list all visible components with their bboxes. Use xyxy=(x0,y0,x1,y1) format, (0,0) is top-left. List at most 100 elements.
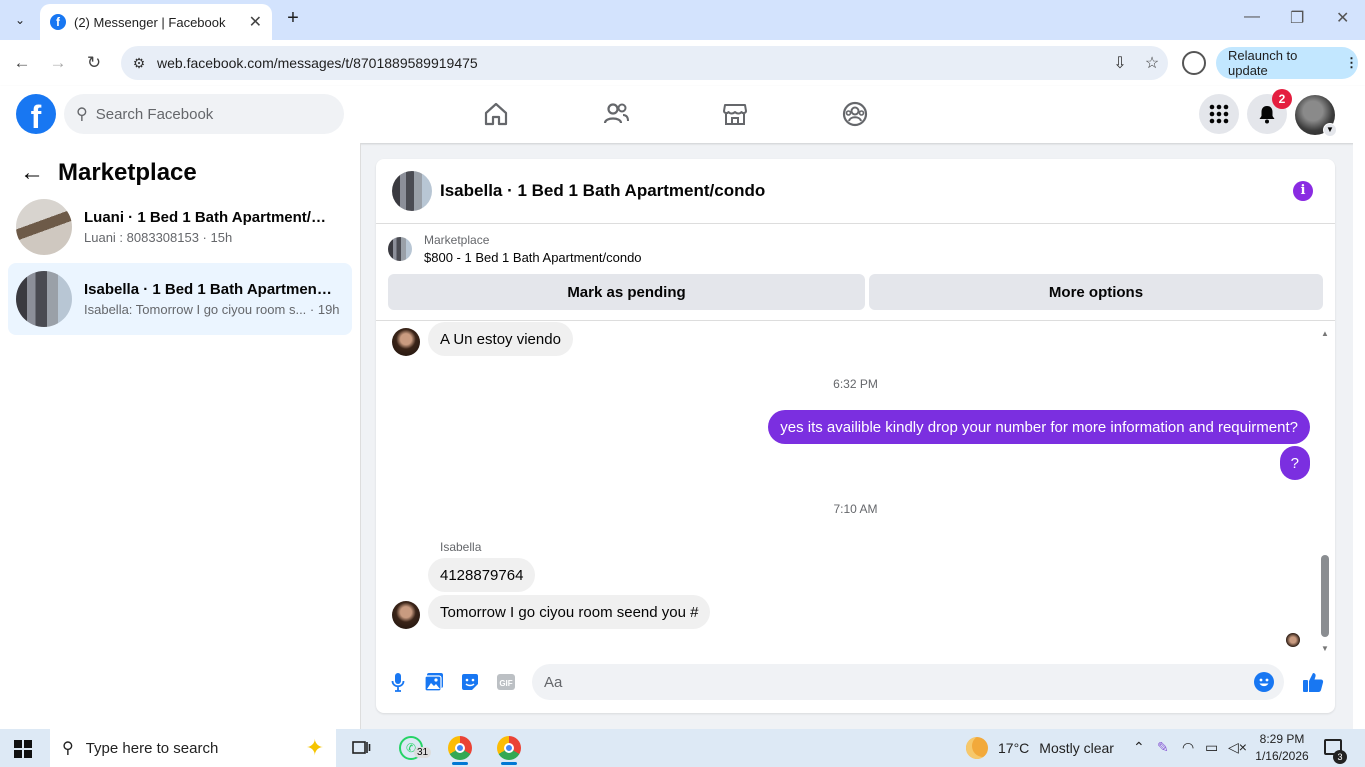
taskbar-clock[interactable]: 8:29 PM 1/16/2026 xyxy=(1255,731,1309,765)
install-app-icon[interactable]: ⇩ xyxy=(1104,53,1136,73)
message-bubble-outgoing[interactable]: yes its availible kindly drop your numbe… xyxy=(768,410,1310,444)
chrome-icon[interactable] xyxy=(446,735,474,765)
listing-thumbnail xyxy=(16,271,72,327)
photo-icon[interactable] xyxy=(423,671,445,693)
back-arrow-icon[interactable]: ← xyxy=(10,51,34,75)
taskbar-search-input[interactable]: ⚲ Type here to search ✦ xyxy=(50,729,336,767)
marketplace-icon[interactable] xyxy=(721,100,749,128)
sender-name: Isabella xyxy=(440,540,482,554)
more-options-button[interactable]: More options xyxy=(869,274,1323,310)
new-tab-button[interactable]: + xyxy=(282,8,304,30)
tab-close-icon[interactable]: ✕ xyxy=(249,12,262,32)
back-arrow-icon[interactable]: ← xyxy=(20,159,44,187)
copilot-sparkle-icon[interactable]: ✦ xyxy=(306,735,324,761)
message-placeholder: Aa xyxy=(544,673,563,691)
home-icon[interactable] xyxy=(482,100,510,128)
browser-tab-bar: ⌄ f (2) Messenger | Facebook ✕ + — ❐ ✕ xyxy=(0,0,1365,40)
conversation-preview: Isabella: Tomorrow I go ciyou room s... … xyxy=(84,302,340,317)
restore-button[interactable]: ❐ xyxy=(1290,8,1304,28)
message-composer: GIF Aa xyxy=(376,659,1335,705)
battery-icon[interactable]: ▭ xyxy=(1205,739,1218,756)
account-avatar[interactable]: ▼ xyxy=(1295,95,1337,137)
browser-menu-icon[interactable]: ⋮ xyxy=(1345,55,1358,71)
read-receipt-avatar xyxy=(1286,633,1300,647)
message-bubble-incoming[interactable]: A Un estoy viendo xyxy=(428,322,573,356)
notification-count-badge: 2 xyxy=(1272,89,1292,109)
message-input[interactable]: Aa xyxy=(532,664,1284,700)
address-bar[interactable]: ⚙ web.facebook.com/messages/t/8701889589… xyxy=(121,46,1168,80)
message-bubble-outgoing[interactable]: ? xyxy=(1279,446,1310,480)
sender-avatar[interactable] xyxy=(392,601,420,629)
message-bubble-incoming[interactable]: 4128879764 xyxy=(428,558,536,592)
tab-title: (2) Messenger | Facebook xyxy=(74,14,226,30)
mark-as-pending-button[interactable]: Mark as pending xyxy=(388,274,865,310)
browser-profile-icon[interactable] xyxy=(1182,51,1206,75)
search-placeholder: Search Facebook xyxy=(95,105,214,123)
chevron-down-icon: ▼ xyxy=(1323,123,1337,137)
gif-label: GIF xyxy=(499,679,512,688)
taskbar-search-placeholder: Type here to search xyxy=(85,739,219,757)
sticker-icon[interactable] xyxy=(459,671,481,693)
page-scrollbar[interactable] xyxy=(1353,86,1365,729)
sender-avatar[interactable] xyxy=(392,328,420,356)
gif-icon[interactable]: GIF xyxy=(495,671,517,693)
url-text[interactable]: web.facebook.com/messages/t/870188958991… xyxy=(157,55,1104,71)
listing-price: $800 - 1 Bed 1 Bath Apartment/condo xyxy=(424,250,642,265)
wifi-icon[interactable]: ◠ xyxy=(1182,739,1194,756)
microphone-icon[interactable] xyxy=(387,671,409,693)
message-bubble-incoming[interactable]: Tomorrow I go ciyou room seend you # xyxy=(428,595,711,629)
timestamp: 7:10 AM xyxy=(833,502,878,516)
pen-icon[interactable]: ✎ xyxy=(1157,739,1169,756)
browser-tab[interactable]: f (2) Messenger | Facebook ✕ xyxy=(40,4,272,40)
weather-text: Mostly clear xyxy=(1039,740,1114,756)
message-scrollbar[interactable]: ▲ ▼ xyxy=(1321,329,1329,653)
chat-title[interactable]: Isabella · 1 Bed 1 Bath Apartment/condo xyxy=(440,181,765,201)
friends-icon[interactable] xyxy=(602,100,630,128)
conversation-name: Luani · 1 Bed 1 Bath Apartment/condo xyxy=(84,209,334,226)
tray-chevron-up-icon[interactable]: ⌃ xyxy=(1133,739,1145,756)
thumbs-up-icon[interactable] xyxy=(1301,671,1325,693)
facebook-favicon-icon: f xyxy=(50,14,66,30)
conversation-item-isabella[interactable]: Isabella · 1 Bed 1 Bath Apartment/condo … xyxy=(8,263,352,335)
chat-listing-avatar[interactable] xyxy=(392,171,432,211)
conversation-item-luani[interactable]: Luani · 1 Bed 1 Bath Apartment/condo Lua… xyxy=(8,191,352,263)
browser-toolbar: ← → ↻ ⚙ web.facebook.com/messages/t/8701… xyxy=(0,40,1365,86)
scroll-up-icon[interactable]: ▲ xyxy=(1321,329,1329,338)
timestamp: 6:32 PM xyxy=(833,377,878,391)
facebook-search-input[interactable]: ⚲ Search Facebook xyxy=(64,94,344,134)
site-settings-icon[interactable]: ⚙ xyxy=(121,55,157,72)
listing-summary[interactable]: Marketplace $800 - 1 Bed 1 Bath Apartmen… xyxy=(388,233,642,265)
sidebar-title: Marketplace xyxy=(58,159,197,186)
menu-grid-icon[interactable] xyxy=(1199,94,1239,134)
tab-list-chevron-icon[interactable]: ⌄ xyxy=(8,8,32,32)
task-view-icon[interactable] xyxy=(347,735,375,761)
notification-center-count: 3 xyxy=(1333,750,1347,764)
scroll-down-icon[interactable]: ▼ xyxy=(1321,644,1329,653)
weather-widget[interactable]: 17°C Mostly clear xyxy=(966,737,1114,759)
conversation-preview: Luani : 8083308153 · 15h xyxy=(84,230,233,245)
window-close-button[interactable]: ✕ xyxy=(1336,8,1349,28)
conversation-info-icon[interactable]: i xyxy=(1293,181,1313,201)
search-icon: ⚲ xyxy=(76,106,88,123)
search-icon: ⚲ xyxy=(62,740,74,757)
conversation-name: Isabella · 1 Bed 1 Bath Apartment/condo xyxy=(84,281,334,298)
clock-time: 8:29 PM xyxy=(1259,732,1305,746)
clock-date: 1/16/2026 xyxy=(1255,749,1309,763)
bookmark-star-icon[interactable]: ☆ xyxy=(1136,53,1168,73)
facebook-logo-icon[interactable]: f xyxy=(16,94,56,135)
reload-icon[interactable]: ↻ xyxy=(82,51,106,75)
listing-small-thumbnail xyxy=(388,237,412,261)
listing-label: Marketplace xyxy=(424,233,490,247)
chrome-profile-icon[interactable] xyxy=(495,735,523,765)
whatsapp-badge: 31 xyxy=(414,747,432,758)
message-list: A Un estoy viendo 6:32 PM yes its availi… xyxy=(376,321,1335,653)
minimize-button[interactable]: — xyxy=(1244,8,1260,26)
scrollbar-thumb[interactable] xyxy=(1321,555,1329,637)
emoji-icon[interactable] xyxy=(1254,672,1274,692)
chat-header: Isabella · 1 Bed 1 Bath Apartment/condo xyxy=(376,159,1335,224)
forward-arrow-icon[interactable]: → xyxy=(46,51,70,75)
windows-start-icon[interactable] xyxy=(14,740,32,758)
volume-muted-icon[interactable]: ◁× xyxy=(1228,739,1247,756)
groups-icon[interactable] xyxy=(841,100,869,128)
relaunch-to-update-button[interactable]: Relaunch to update ⋮ xyxy=(1216,47,1358,79)
